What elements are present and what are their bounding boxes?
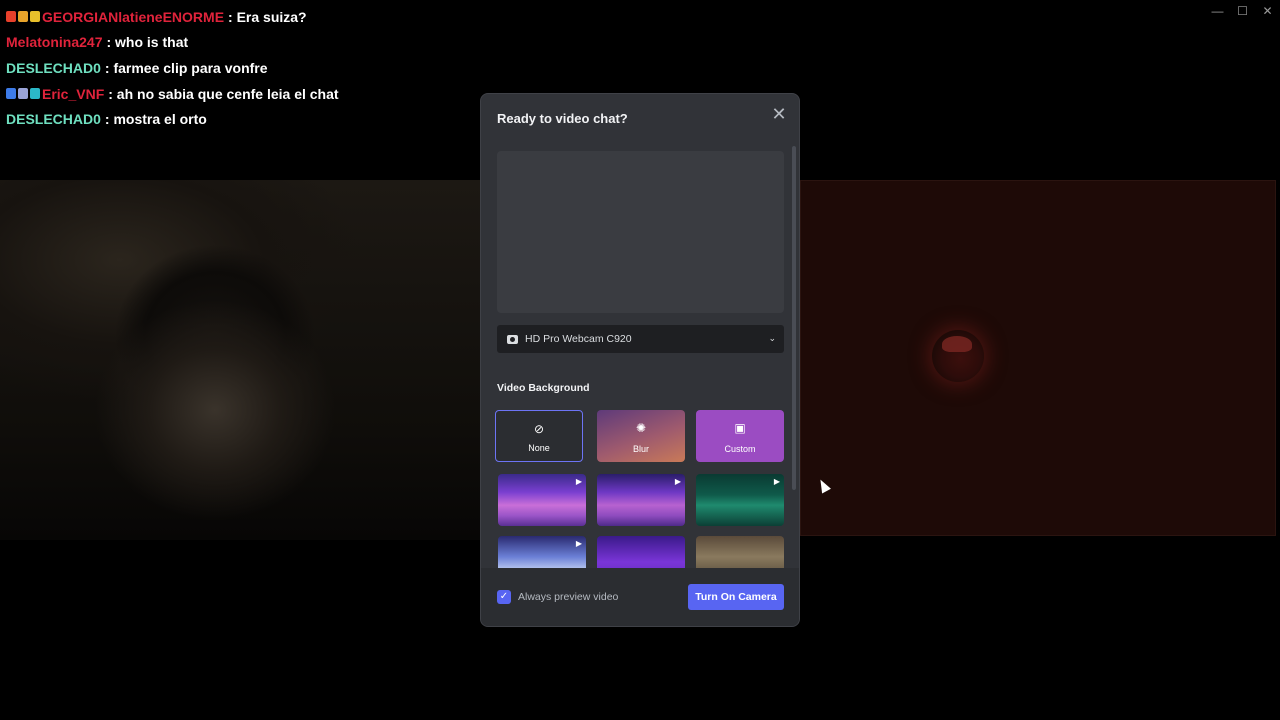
badge-icon <box>6 88 16 100</box>
video-background-heading: Video Background <box>497 382 590 394</box>
image-upload-icon: ▣ <box>734 421 746 435</box>
chat-username: DESLECHAD0 <box>6 59 101 76</box>
badge-icon <box>30 88 40 100</box>
modal-title: Ready to video chat? <box>497 111 628 126</box>
video-preview <box>497 151 784 313</box>
close-icon[interactable]: ✕ <box>769 104 789 124</box>
chat-username: GEORGIANlatieneENORME <box>42 8 225 25</box>
loading-spinner-icon <box>932 330 984 382</box>
chevron-down-icon: ⌄ <box>768 333 776 343</box>
local-webcam-feed <box>0 180 482 540</box>
chat-text: : mostra el orto <box>104 111 207 128</box>
video-chat-modal: Ready to video chat? ✕ HD Pro Webcam C92… <box>480 93 800 627</box>
background-option-preset[interactable]: ▶ <box>597 474 685 526</box>
background-option-blur[interactable]: ✺ Blur <box>597 410 685 462</box>
chat-overlay: GEORGIANlatieneENORME : Era suiza? Melat… <box>6 4 339 132</box>
chat-message: DESLECHAD0 : mostra el orto <box>6 106 339 132</box>
chat-username: Melatonina247 <box>6 34 103 51</box>
camera-icon <box>507 334 518 344</box>
play-icon: ▶ <box>575 477 582 486</box>
blur-icon: ✺ <box>635 421 647 435</box>
chat-message: GEORGIANlatieneENORME : Era suiza? <box>6 4 339 30</box>
background-option-none[interactable]: ⊘ None <box>495 410 583 462</box>
remote-video-panel <box>800 180 1276 536</box>
scrollbar[interactable] <box>792 146 796 490</box>
chat-message: Melatonina247 : who is that <box>6 30 339 56</box>
close-window-button[interactable]: ✕ <box>1255 2 1280 20</box>
chat-message: Eric_VNF : ah no sabia que cenfe leia el… <box>6 81 339 107</box>
background-option-label: None <box>528 443 550 453</box>
maximize-button[interactable]: ☐ <box>1230 2 1255 20</box>
play-icon: ▶ <box>773 477 780 486</box>
window-controls: — ☐ ✕ <box>1205 2 1280 20</box>
background-option-custom[interactable]: ▣ Custom <box>696 410 784 462</box>
play-icon: ▶ <box>575 539 582 548</box>
badge-icon <box>30 11 40 23</box>
badge-icon <box>18 88 28 100</box>
scrollbar-thumb[interactable] <box>792 146 796 490</box>
camera-device-label: HD Pro Webcam C920 <box>525 333 632 345</box>
chat-username: DESLECHAD0 <box>6 111 101 128</box>
none-icon: ⊘ <box>533 422 545 436</box>
always-preview-checkbox[interactable]: ✓ <box>497 590 511 604</box>
camera-device-select[interactable]: HD Pro Webcam C920 ⌄ <box>497 325 784 353</box>
background-option-preset[interactable]: ▶ <box>498 474 586 526</box>
play-icon: ▶ <box>674 477 681 486</box>
chat-username: Eric_VNF <box>42 85 105 102</box>
chat-message: DESLECHAD0 : farmee clip para vonfre <box>6 55 339 81</box>
always-preview-label: Always preview video <box>518 591 619 603</box>
chat-text: : who is that <box>106 34 189 51</box>
turn-on-camera-button[interactable]: Turn On Camera <box>688 584 784 610</box>
background-option-label: Blur <box>632 444 649 454</box>
background-option-preset[interactable]: ▶ <box>696 474 784 526</box>
badge-icon <box>18 11 28 23</box>
minimize-button[interactable]: — <box>1205 2 1230 20</box>
badge-icon <box>6 11 16 23</box>
chat-text: : ah no sabia que cenfe leia el chat <box>108 85 339 102</box>
chat-text: : farmee clip para vonfre <box>104 59 268 76</box>
chat-text: : Era suiza? <box>228 8 307 25</box>
background-option-label: Custom <box>724 444 756 454</box>
